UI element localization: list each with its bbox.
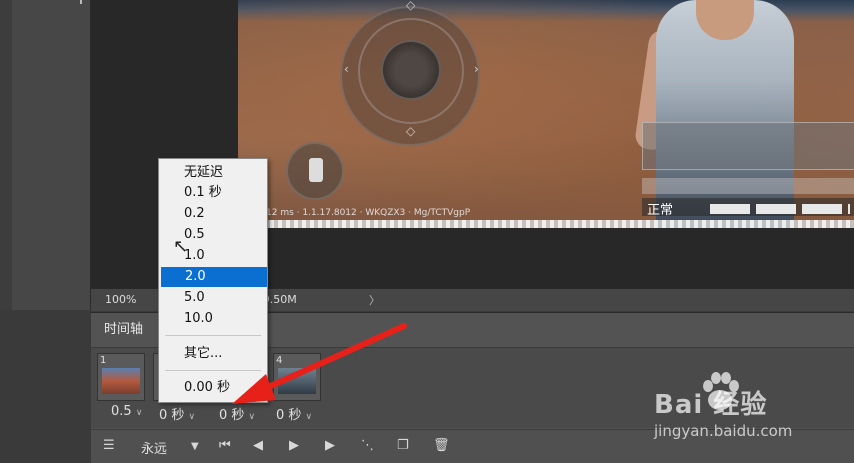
annotation-arrow-head — [232, 374, 276, 404]
baidu-watermark-url: jingyan.baidu.com — [654, 422, 793, 440]
annotation-arrow-shaft — [259, 323, 407, 393]
baidu-watermark: Bai 经验 — [654, 390, 768, 420]
